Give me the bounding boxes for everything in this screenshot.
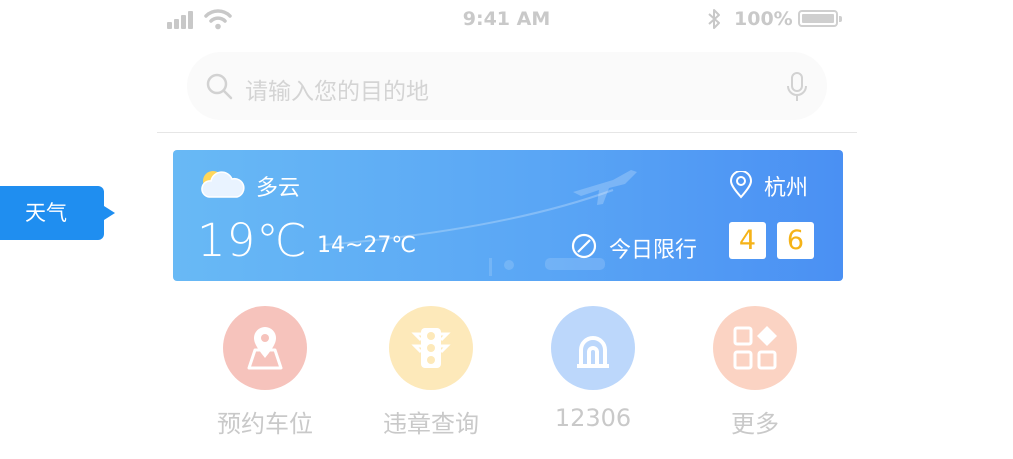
restricted-plate-number: 6 xyxy=(777,222,814,259)
search-input[interactable]: 请输入您的目的地 xyxy=(245,72,429,106)
city-name[interactable]: 杭州 xyxy=(764,170,808,202)
railway-logo-icon xyxy=(577,336,609,368)
temperature-range: 14~27℃ xyxy=(317,233,417,258)
bluetooth-icon xyxy=(708,9,720,29)
microphone-icon[interactable] xyxy=(785,71,809,103)
status-bar: 9:41 AM 100% xyxy=(0,0,1013,38)
quick-entry-label: 12306 xyxy=(554,404,632,432)
search-icon xyxy=(206,73,233,100)
more-grid-icon xyxy=(733,326,777,370)
quick-entry-parking-reservation[interactable]: 预约车位 xyxy=(195,306,335,439)
location-pin-icon xyxy=(729,171,753,199)
weather-condition: 多云 xyxy=(256,176,301,201)
search-bar[interactable]: 请输入您的目的地 xyxy=(187,52,827,120)
weather-card[interactable]: 多云 19℃ 14~27℃ 杭州 今日限行 4 6 xyxy=(173,150,843,281)
current-temperature: 19℃ xyxy=(197,214,308,267)
battery-percent: 100% xyxy=(734,8,793,30)
weather-callout-tag: 天气 xyxy=(0,186,115,240)
quick-entry-12306[interactable]: 12306 xyxy=(523,306,663,432)
cloudy-weather-icon xyxy=(201,171,245,198)
map-pin-icon xyxy=(247,327,283,370)
callout-label: 天气 xyxy=(25,201,67,225)
quick-entry-violation-query[interactable]: 违章查询 xyxy=(361,306,501,439)
quick-entry-more[interactable]: 更多 xyxy=(685,306,825,439)
status-time: 9:41 AM xyxy=(462,8,551,30)
divider xyxy=(157,132,857,133)
restricted-plate-number: 4 xyxy=(729,222,766,259)
no-entry-icon xyxy=(571,233,597,259)
quick-entry-label: 更多 xyxy=(731,410,779,438)
traffic-light-icon xyxy=(411,328,451,368)
traffic-restriction-label: 今日限行 xyxy=(609,238,698,263)
battery-icon xyxy=(798,10,842,27)
quick-entry-label: 违章查询 xyxy=(383,410,479,438)
quick-entry-label: 预约车位 xyxy=(217,410,313,438)
